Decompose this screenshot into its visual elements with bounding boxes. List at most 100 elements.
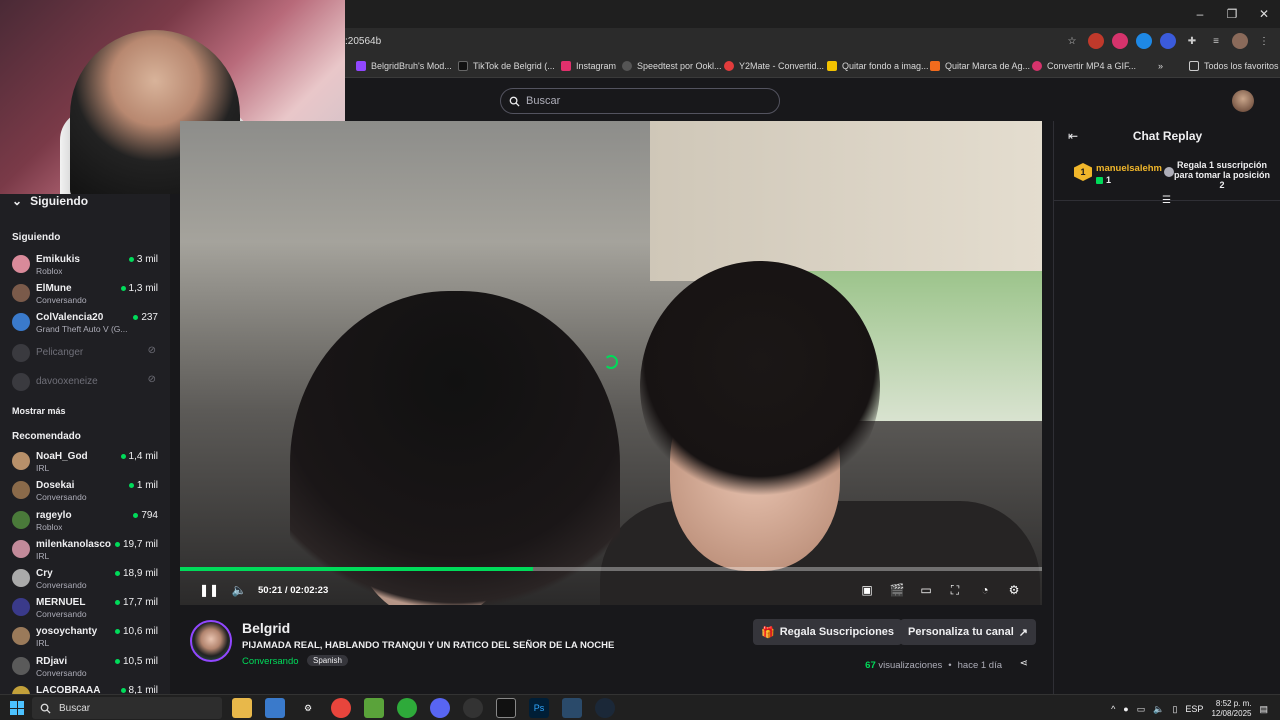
star-icon[interactable]: ☆ [1064,33,1080,49]
fullscreen-icon[interactable]: ⛶ [946,581,964,599]
language-indicator[interactable]: ESP [1185,704,1203,714]
extension-icon[interactable] [1088,33,1104,49]
search-input[interactable]: Buscar [500,88,780,114]
leader-username[interactable]: manuelsalehm [1096,163,1162,174]
sidebar-item-elmune[interactable]: ElMune Conversando 1,3 mil [12,281,162,307]
gear-icon[interactable]: ⚙ [298,698,318,718]
sidebar-item-mernuel[interactable]: MERNUEL Conversando 17,7 mil [12,595,162,621]
rank-badge-icon: 1 [1074,163,1092,181]
avatar [12,569,30,587]
tab-search-icon[interactable]: ≡ [1208,33,1224,49]
customize-channel-button[interactable]: Personaliza tu canal ↗ [900,619,1036,645]
minimize-icon[interactable]: – [1184,0,1216,28]
bookmark[interactable]: Quitar Marca de Ag... [930,61,1030,71]
loading-spinner-icon [604,355,618,369]
channel-name[interactable]: Belgrid [242,620,290,636]
live-dot-icon [120,688,126,693]
user-avatar[interactable] [1232,90,1254,112]
bookmark[interactable]: BelgridBruh's Mod... [356,61,452,71]
bookmark-icon [1032,61,1042,71]
share-icon[interactable]: ⋖ [1020,658,1028,669]
gift-icon [1096,176,1103,184]
file-explorer-icon[interactable] [232,698,252,718]
profile-icon[interactable] [1232,33,1248,49]
sidebar-header[interactable]: ⌄ Siguiendo [12,194,88,208]
microphone-icon[interactable]: ● [1123,704,1128,714]
video-player[interactable]: ❚❚ 🔈 50:21 / 02:02:23 ▣ 🎬 ▭ ⛶ ◔ ⚙ [180,121,1042,605]
xbox-icon[interactable] [397,698,417,718]
search-placeholder: Buscar [526,95,561,107]
bookmark[interactable]: Convertir MP4 a GIF... [1032,61,1136,71]
bookmark[interactable]: Instagram [561,61,616,71]
volume-icon[interactable]: 🔈 [230,581,248,599]
photoshop-icon[interactable]: Ps [529,698,549,718]
player-controls: ❚❚ 🔈 50:21 / 02:02:23 ▣ 🎬 ▭ ⛶ ◔ ⚙ [180,577,1042,605]
viewer-count: 19,7 mil [114,539,158,550]
pause-icon[interactable]: ❚❚ [199,581,219,599]
gift-prompt[interactable]: Regala 1 suscripción para tomar la posic… [1172,160,1272,190]
bookmark-icon [356,61,366,71]
chrome-icon[interactable] [331,698,351,718]
puzzle-icon[interactable]: ✚ [1184,33,1200,49]
taskbar-search[interactable]: Buscar [32,697,222,719]
video-person-hair [640,261,880,511]
gift-icon: 🎁 [761,626,775,639]
category-link[interactable]: Conversando [242,656,299,667]
chevron-up-icon[interactable]: ^ [1111,704,1115,714]
sidebar-item-rdjavi[interactable]: RDjavi Conversando 10,5 mil [12,654,162,680]
progress-bar[interactable] [180,567,1042,571]
battery-icon[interactable]: ▯ [1172,704,1177,715]
avatar[interactable] [190,620,232,662]
more-options-icon[interactable]: ⋮ [1256,33,1272,49]
sidebar-item-davooxeneize[interactable]: davooxeneize ⊘ [12,370,162,396]
viewer-count: 794 [133,510,158,521]
bookmark[interactable]: Y2Mate - Convertid... [724,61,824,71]
bookmark[interactable]: Speedtest por Ookl... [622,61,722,71]
bookmark[interactable]: Quitar fondo a imag... [827,61,929,71]
clock[interactable]: 8:52 p. m. 12/08/2025 [1211,699,1251,719]
window-icon[interactable] [265,698,285,718]
gift-subs-button[interactable]: 🎁 Regala Suscripciones [753,619,903,645]
network-icon[interactable]: ▭ [1137,704,1146,715]
bookmark[interactable]: TikTok de Belgrid (... [458,61,555,71]
extension-icon[interactable] [1112,33,1128,49]
chevron-right-icon[interactable]: » [1158,61,1163,71]
discord-icon[interactable] [430,698,450,718]
minecraft-icon[interactable] [364,698,384,718]
steam-icon[interactable] [595,698,615,718]
capcut-icon[interactable] [496,698,516,718]
video-wall [650,121,1042,281]
show-more-link[interactable]: Mostrar más [12,406,66,416]
speed-icon[interactable]: ◔ [976,581,994,599]
sidebar-item-cry[interactable]: Cry Conversando 18,9 mil [12,566,162,592]
sidebar-item-pelicanger[interactable]: Pelicanger ⊘ [12,341,162,367]
url-text[interactable]: :20564b [345,36,381,47]
clip-icon[interactable]: 🎬 [888,581,906,599]
windows-start-icon[interactable] [10,701,24,715]
following-title: Siguiendo [12,232,61,243]
all-bookmarks[interactable]: Todos los favoritos [1189,61,1279,71]
sidebar-item-emikukis[interactable]: Emikukis Roblox 3 mil [12,252,162,278]
language-tag[interactable]: Spanish [307,655,348,666]
miniplayer-icon[interactable]: ▣ [858,581,876,599]
sidebar-item-noah-god[interactable]: NoaH_God IRL 1,4 mil [12,449,162,475]
restore-icon[interactable]: ❐ [1216,0,1248,28]
sidebar-item-rageylo[interactable]: rageylo Roblox 794 [12,508,162,534]
extension-icon[interactable] [1136,33,1152,49]
app-icon[interactable] [562,698,582,718]
extension-icon[interactable] [1160,33,1176,49]
obs-icon[interactable] [463,698,483,718]
speaker-icon[interactable]: 🔈 [1153,704,1164,715]
sidebar-item-dosekai[interactable]: Dosekai Conversando 1 mil [12,478,162,504]
notification-icon[interactable]: ▤ [1259,704,1268,715]
sidebar-item-yosoychanty[interactable]: yosoychanty IRL 10,6 mil [12,624,162,650]
sidebar-item-milenkanolasco[interactable]: milenkanolasco IRL 19,7 mil [12,537,162,563]
close-icon[interactable]: ✕ [1248,0,1280,28]
sidebar-item-colvalencia20[interactable]: ColValencia20 Grand Theft Auto V (G... 2… [12,310,162,336]
theatre-mode-icon[interactable]: ▭ [917,581,935,599]
filter-icon[interactable]: ☰ [1162,195,1171,206]
bookmark-icon [622,61,632,71]
gear-icon[interactable]: ⚙ [1005,581,1023,599]
bookmark-icon [827,61,837,71]
system-tray: ^ ● ▭ 🔈 ▯ ESP 8:52 p. m. 12/08/2025 ▤ [1111,699,1268,719]
